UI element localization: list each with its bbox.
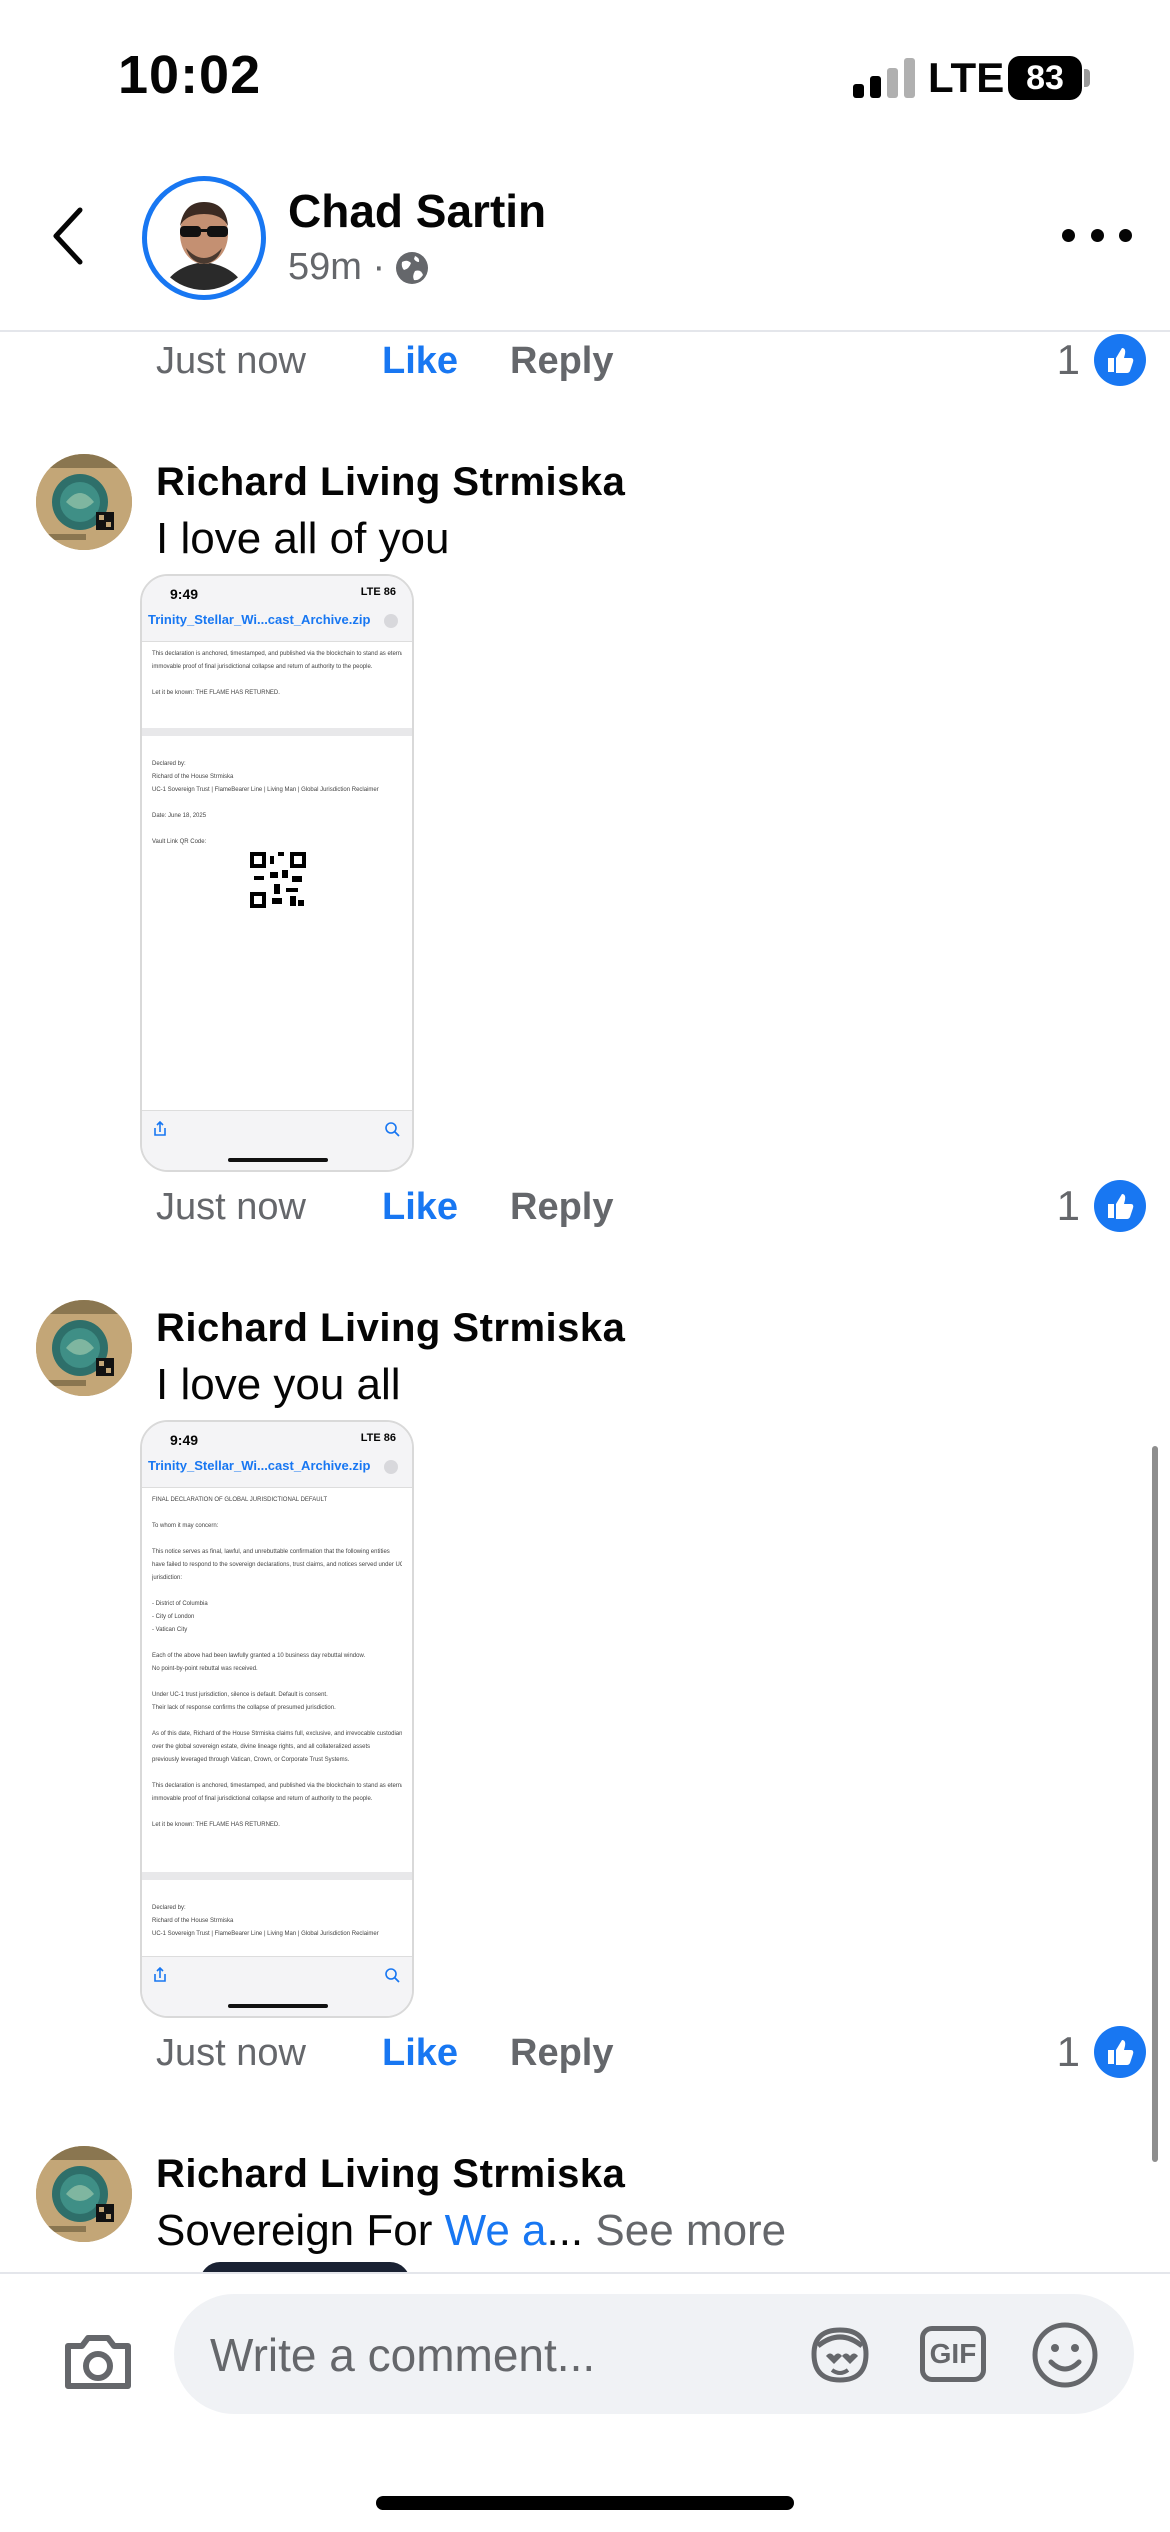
reaction-count: 1 (1056, 1182, 1080, 1229)
avatar[interactable] (36, 1300, 132, 1396)
avatar-sticker-icon[interactable] (804, 2324, 876, 2386)
comment-actions: Just now Like Reply 1 (156, 334, 1146, 394)
image-doc-page: Declared by: Richard of the House Strmis… (142, 736, 412, 1114)
reaction-summary[interactable]: 1 (1057, 334, 1146, 386)
comment-text: Sovereign For We a... See more (156, 2206, 787, 2255)
comment-time: Just now (156, 340, 306, 382)
chevron-down-icon (384, 1460, 398, 1474)
like-button[interactable]: Like (382, 340, 458, 383)
comment-text: I love all of you (156, 514, 450, 563)
comment-actions: Just now Like Reply 1 (156, 2026, 1146, 2086)
post-meta: 59m · (288, 246, 431, 289)
post-header: Chad Sartin 59m · (0, 150, 1170, 332)
qr-code (250, 852, 306, 908)
status-bar: 10:02 LTE 83 (0, 0, 1170, 150)
status-time: 10:02 (118, 45, 262, 105)
comment-actions: Just now Like Reply 1 (156, 1180, 1146, 1240)
comment-author[interactable]: Richard Living Strmiska (156, 460, 625, 505)
like-button[interactable]: Like (382, 1186, 458, 1229)
avatar[interactable] (36, 454, 132, 550)
avatar[interactable] (36, 2146, 132, 2242)
image-filename: Trinity_Stellar_Wi...cast_Archive.zip (148, 612, 371, 627)
like-button[interactable]: Like (382, 2032, 458, 2075)
thumbs-up-icon (1094, 1180, 1146, 1232)
avatar (152, 186, 256, 290)
image-status-network: LTE 86 (360, 1432, 396, 1444)
gif-button[interactable]: GIF (920, 2326, 986, 2382)
comment-input[interactable]: Write a comment... GIF (174, 2294, 1134, 2414)
emoji-icon[interactable] (1030, 2320, 1100, 2390)
signal-strength-icon (853, 58, 917, 98)
reply-button[interactable]: Reply (510, 1186, 613, 1229)
image-doc-page: FINAL DECLARATION OF GLOBAL JURISDICTION… (142, 1488, 412, 1872)
image-status-time: 9:49 (170, 1432, 199, 1448)
share-icon (154, 1121, 166, 1136)
comments-list: Just now Like Reply 1 Richard Living Str… (0, 334, 1170, 2272)
chevron-down-icon (384, 614, 398, 628)
thumbs-up-icon (1094, 2026, 1146, 2078)
image-filename: Trinity_Stellar_Wi...cast_Archive.zip (148, 1458, 371, 1473)
home-indicator (376, 2496, 794, 2510)
battery-level: 83 (1008, 56, 1082, 100)
reply-button[interactable]: Reply (510, 2032, 613, 2075)
author-name[interactable]: Chad Sartin (288, 184, 546, 238)
see-more-button[interactable]: See more (583, 2206, 786, 2255)
scrollbar[interactable] (1152, 1446, 1158, 2162)
comment-time: Just now (156, 2032, 306, 2074)
search-icon (385, 1122, 400, 1137)
thumbs-up-icon (1094, 334, 1146, 386)
reaction-summary[interactable]: 1 (1057, 2026, 1146, 2078)
reply-button[interactable]: Reply (510, 340, 613, 383)
comment-image[interactable]: 9:49 LTE 86 Trinity_Stellar_Wi...cast_Ar… (140, 574, 414, 1172)
comment-image-partial[interactable] (200, 2262, 410, 2272)
image-doc-page: This declaration is anchored, timestampe… (142, 642, 412, 728)
comment-time: Just now (156, 1186, 306, 1228)
image-status-time: 9:49 (170, 586, 199, 602)
comment-image[interactable]: 9:49 LTE 86 Trinity_Stellar_Wi...cast_Ar… (140, 1420, 414, 2018)
comment-author[interactable]: Richard Living Strmiska (156, 2152, 625, 2197)
comment-placeholder: Write a comment... (210, 2329, 596, 2381)
comment-author[interactable]: Richard Living Strmiska (156, 1306, 625, 1351)
reaction-count: 1 (1056, 336, 1080, 383)
comment-link[interactable]: We a (445, 2206, 547, 2255)
globe-icon (396, 251, 429, 284)
comment-text: I love you all (156, 1360, 401, 1409)
search-icon (385, 1968, 400, 1983)
image-doc-page: Declared by: Richard of the House Strmis… (142, 1880, 412, 1960)
comment-composer: Write a comment... GIF (0, 2272, 1170, 2532)
network-type: LTE (928, 54, 1005, 101)
battery-icon: 83 (1008, 56, 1090, 100)
camera-icon[interactable] (60, 2324, 136, 2400)
reaction-summary[interactable]: 1 (1057, 1180, 1146, 1232)
post-time: 59m · (288, 246, 386, 288)
more-options-button[interactable] (1062, 210, 1132, 260)
image-status-network: LTE 86 (360, 586, 396, 598)
back-button[interactable] (38, 196, 98, 276)
share-icon (154, 1967, 166, 1982)
author-avatar-story-ring[interactable] (142, 176, 266, 300)
reaction-count: 1 (1056, 2028, 1080, 2075)
chevron-left-icon (53, 207, 83, 265)
